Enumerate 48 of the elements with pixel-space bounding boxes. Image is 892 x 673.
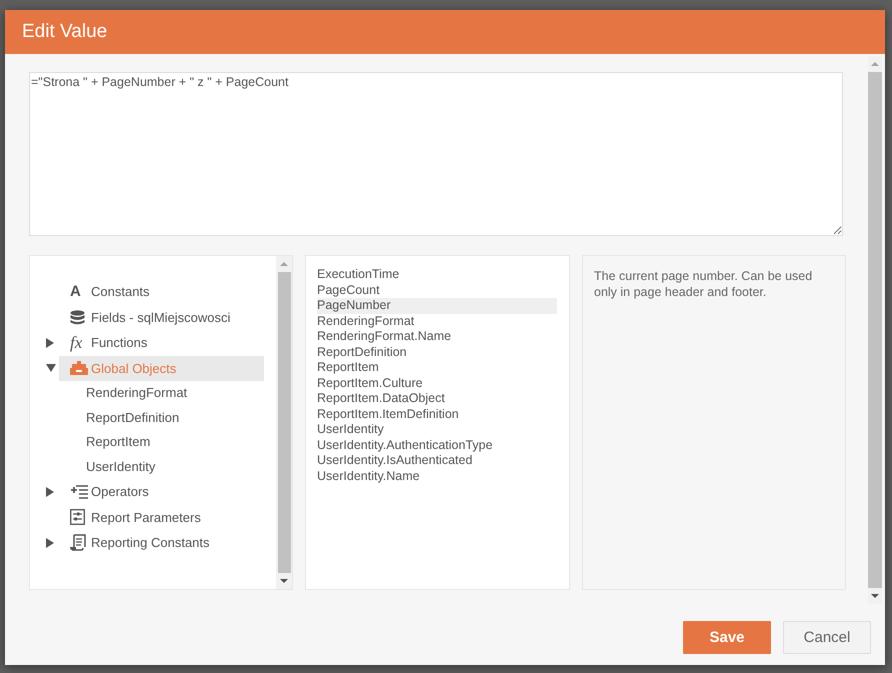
tree-item-label: Global Objects xyxy=(91,360,176,376)
tree-item-label: Constants xyxy=(91,284,150,300)
tree-item[interactable]: Reporting Constants xyxy=(30,530,264,556)
scrollbar[interactable] xyxy=(276,256,292,589)
member-item[interactable]: UserIdentity xyxy=(317,422,557,438)
member-item[interactable]: PageNumber xyxy=(317,298,557,314)
member-item[interactable]: PageCount xyxy=(317,282,557,298)
blocks-icon xyxy=(70,361,88,376)
expand-arrow-icon[interactable] xyxy=(46,486,54,497)
expand-arrow-icon[interactable] xyxy=(46,338,54,348)
tree-item[interactable]: Report Parameters xyxy=(30,504,264,530)
database-icon xyxy=(70,310,85,325)
member-item[interactable]: ReportDefinition xyxy=(317,344,557,360)
tree-item[interactable]: Operators xyxy=(30,479,264,504)
tree-item-label: Reporting Constants xyxy=(91,535,210,550)
member-item[interactable]: ReportItem xyxy=(317,360,557,376)
function-icon: fx xyxy=(70,334,82,352)
member-item[interactable]: ReportItem.DataObject xyxy=(317,391,557,406)
operators-icon xyxy=(70,484,88,499)
member-item[interactable]: UserIdentity.AuthenticationType xyxy=(317,438,557,453)
expression-field[interactable]: ="Strona " + PageNumber + " z " + PageCount xyxy=(29,72,843,236)
scrollbar[interactable] xyxy=(868,56,882,604)
expand-arrow-icon[interactable] xyxy=(46,538,54,548)
member-item[interactable]: UserIdentity.IsAuthenticated xyxy=(317,453,557,468)
sliders-icon xyxy=(70,509,85,526)
tree-child-item[interactable]: ReportItem xyxy=(30,430,276,454)
tree-item-label: Fields - sqlMiejscowosci xyxy=(91,310,230,325)
document-icon xyxy=(70,534,86,552)
cancel-button[interactable]: Cancel xyxy=(783,621,871,654)
member-item[interactable]: RenderingFormat.Name xyxy=(317,329,557,344)
member-item[interactable]: UserIdentity.Name xyxy=(317,468,557,484)
tree-item-label: Report Parameters xyxy=(91,510,201,525)
tree-child-item[interactable]: RenderingFormat xyxy=(30,381,276,406)
collapse-arrow-icon[interactable] xyxy=(46,364,56,372)
member-item[interactable]: ExecutionTime xyxy=(317,267,557,282)
description-text: The current page number. Can be used only in page header and footer. xyxy=(594,268,814,300)
dialog-title: Edit Value xyxy=(22,21,108,43)
tree-item-label: Functions xyxy=(91,335,148,350)
tree-item[interactable]: A Constants xyxy=(30,279,264,304)
tree-item[interactable]: fx Functions xyxy=(30,330,264,356)
member-item[interactable]: ReportItem.Culture xyxy=(317,376,557,391)
member-item[interactable]: RenderingFormat xyxy=(317,314,557,329)
letter-icon: A xyxy=(70,284,81,300)
tree-item-label: Operators xyxy=(91,484,149,500)
tree-child-item[interactable]: UserIdentity xyxy=(30,454,276,479)
tree-child-item[interactable]: ReportDefinition xyxy=(30,406,276,430)
member-item[interactable]: ReportItem.ItemDefinition xyxy=(317,406,557,422)
tree-item[interactable]: Fields - sqlMiejscowosci xyxy=(30,304,264,330)
